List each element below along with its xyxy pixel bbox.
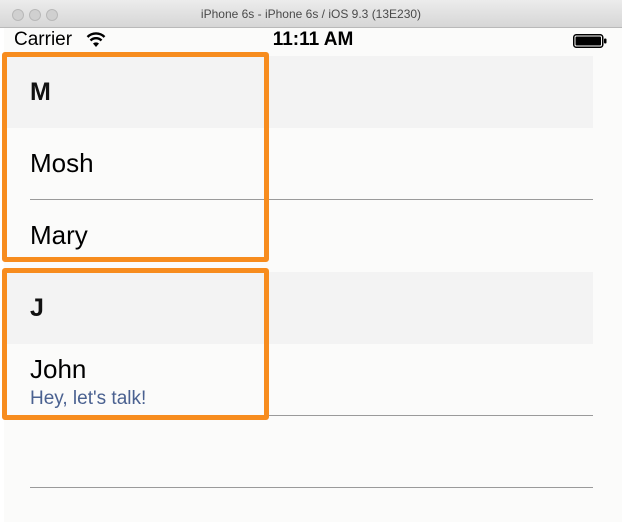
- contact-name: Mary: [30, 220, 88, 250]
- section-header-j: J: [4, 272, 593, 344]
- row-separator: [30, 487, 593, 488]
- clock: 11:11 AM: [272, 29, 354, 50]
- device-screen: Carrier 11:11 AM M Mosh Mary J John Hey,…: [4, 28, 622, 522]
- contact-subtitle: Hey, let's talk!: [30, 388, 147, 409]
- contact-name: John: [30, 354, 87, 384]
- contacts-table: M Mosh Mary J John Hey, let's talk!: [4, 56, 593, 488]
- table-row[interactable]: John Hey, let's talk!: [4, 344, 593, 416]
- table-row-empty: [4, 416, 593, 488]
- section-header-m: M: [4, 56, 593, 128]
- section-letter: M: [30, 78, 51, 106]
- table-row[interactable]: Mosh: [4, 128, 593, 200]
- contact-name: Mosh: [30, 148, 94, 178]
- window-title: iPhone 6s - iPhone 6s / iOS 9.3 (13E230): [200, 7, 422, 21]
- battery-icon: [573, 34, 607, 48]
- table-row[interactable]: Mary: [4, 200, 593, 272]
- status-bar: Carrier 11:11 AM: [4, 28, 622, 54]
- section-letter: J: [30, 294, 44, 322]
- simulator-title-bar: iPhone 6s - iPhone 6s / iOS 9.3 (13E230): [0, 0, 622, 28]
